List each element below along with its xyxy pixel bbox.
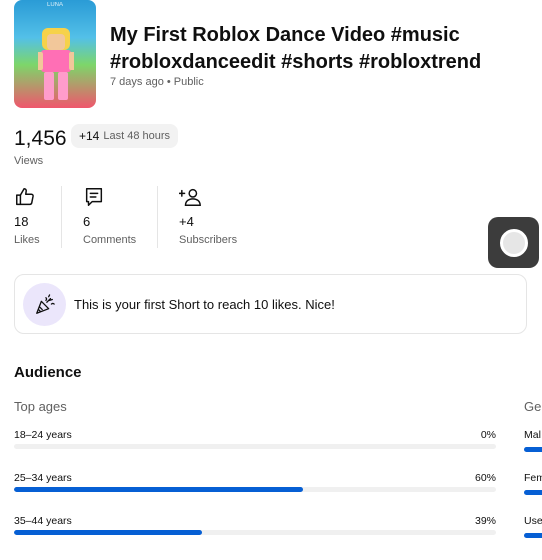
milestone-text: This is your first Short to reach 10 lik… — [74, 297, 335, 312]
gender-bar — [524, 533, 542, 538]
party-popper-icon — [23, 283, 66, 326]
gender-label: Mal — [524, 429, 541, 441]
comments-stat[interactable]: 6 Comments — [83, 186, 136, 246]
thumbnail-caption: LUNA — [46, 2, 63, 8]
thumbs-up-icon — [14, 186, 40, 208]
video-thumbnail[interactable]: LUNA — [14, 0, 96, 108]
assistive-touch-icon — [499, 228, 528, 257]
age-percent: 0% — [480, 429, 496, 441]
gender-row: Mal — [524, 429, 542, 452]
gender-label: Use — [524, 515, 542, 527]
views-count: 1,456 — [14, 127, 67, 150]
age-label: 18–24 years — [14, 429, 72, 441]
audience-heading: Audience — [14, 364, 82, 381]
age-label: 25–34 years — [14, 472, 72, 484]
add-person-icon — [178, 186, 237, 208]
video-meta: 7 days ago • Public — [110, 76, 204, 88]
gender-heading: Gen — [524, 399, 542, 414]
gender-row: Fem — [524, 472, 542, 495]
age-label: 35–44 years — [14, 515, 72, 527]
stat-divider — [157, 186, 158, 248]
video-title: My First Roblox Dance Video #music #robl… — [110, 24, 482, 73]
views-label: Views — [14, 155, 44, 167]
views-delta-chip: +14 Last 48 hours — [71, 124, 179, 148]
comment-icon — [83, 186, 136, 208]
age-bar-track — [14, 487, 496, 492]
subscribers-value: +4 — [179, 214, 194, 229]
views-delta: +14 — [79, 129, 100, 143]
stat-divider — [61, 186, 62, 248]
subscribers-stat[interactable]: +4 Subscribers — [178, 186, 238, 246]
gender-row: Use — [524, 515, 542, 538]
likes-label: Likes — [14, 234, 40, 246]
age-bar-track — [14, 530, 496, 535]
gender-bar — [524, 447, 542, 452]
comments-value: 6 — [83, 214, 91, 229]
age-bar-fill — [14, 487, 304, 492]
milestone-card: This is your first Short to reach 10 lik… — [14, 274, 527, 334]
age-bar-track — [14, 444, 496, 449]
top-ages-heading: Top ages — [14, 399, 67, 414]
age-bar-fill — [14, 530, 202, 535]
age-percent: 39% — [474, 515, 496, 527]
likes-value: 18 — [14, 214, 29, 229]
comments-label: Comments — [83, 234, 137, 246]
age-percent: 60% — [474, 472, 496, 484]
assistive-touch-button[interactable] — [488, 217, 539, 268]
gender-bar — [524, 490, 542, 495]
likes-stat[interactable]: 18 Likes — [14, 186, 40, 246]
gender-label: Fem — [524, 472, 542, 484]
subscribers-label: Subscribers — [179, 234, 238, 246]
views-period: Last 48 hours — [103, 130, 171, 142]
roblox-avatar-image — [38, 28, 74, 100]
